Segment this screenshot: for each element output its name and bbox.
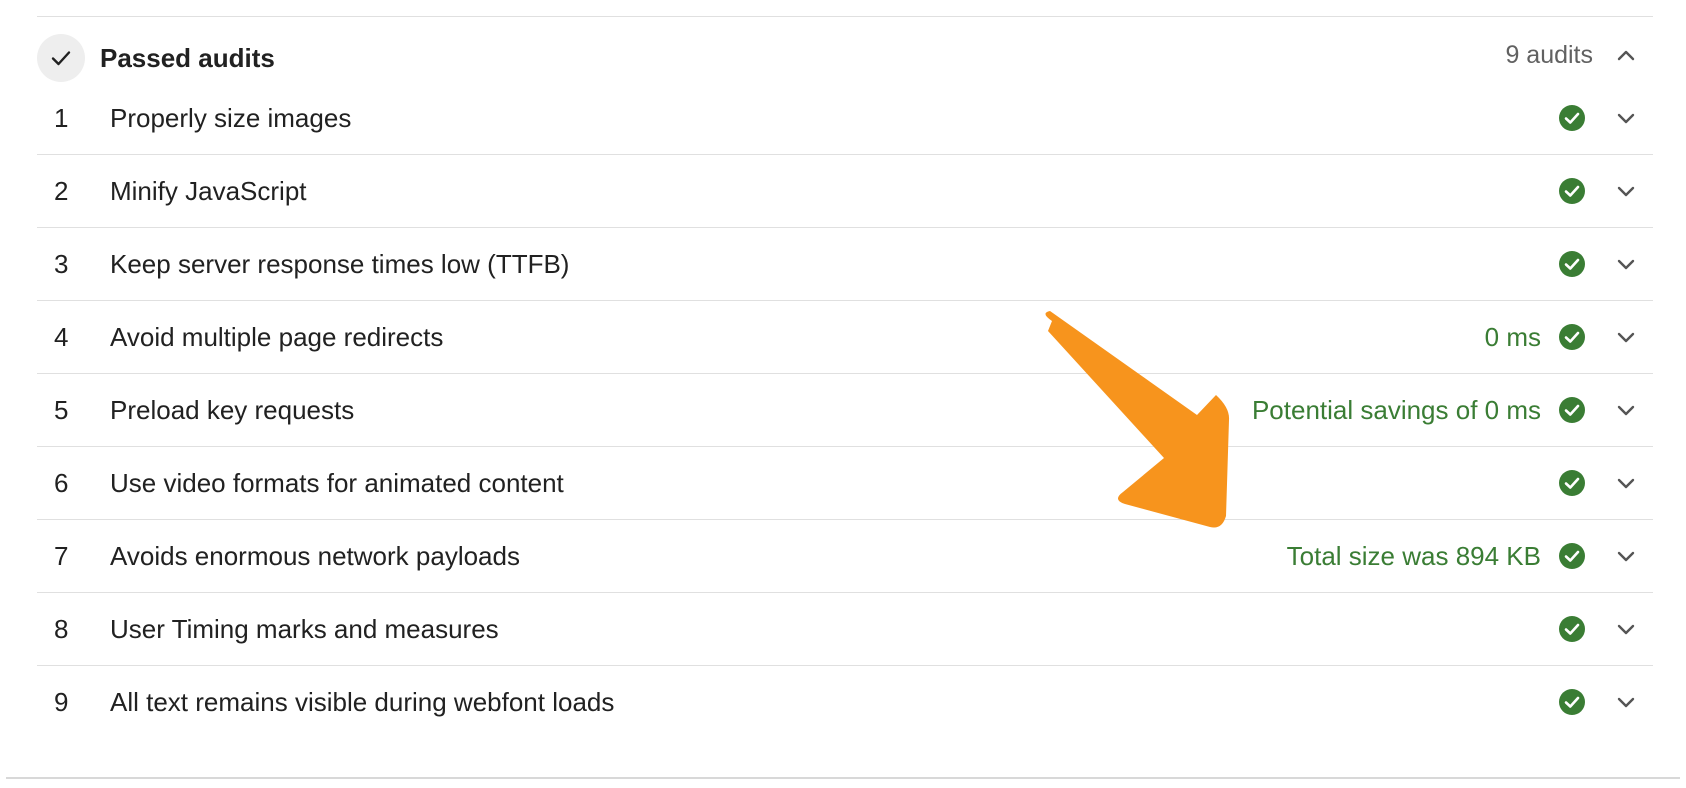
pass-check-circle-icon bbox=[1559, 397, 1585, 423]
audit-title: All text remains visible during webfont … bbox=[110, 687, 615, 717]
chevron-down-icon[interactable] bbox=[1613, 178, 1639, 204]
audit-title: Avoids enormous network payloads bbox=[110, 541, 520, 571]
pass-check-circle-icon bbox=[1559, 470, 1585, 496]
pass-check-circle-icon bbox=[1559, 251, 1585, 277]
passed-audits-header[interactable]: Passed audits 9 audits bbox=[37, 34, 1653, 82]
chevron-down-icon[interactable] bbox=[1613, 543, 1639, 569]
audit-row[interactable]: 2 Minify JavaScript bbox=[37, 155, 1653, 228]
chevron-down-icon[interactable] bbox=[1613, 397, 1639, 423]
audit-row[interactable]: 7 Avoids enormous network payloads Total… bbox=[37, 520, 1653, 593]
audit-row[interactable]: 9 All text remains visible during webfon… bbox=[37, 666, 1653, 738]
audit-index: 6 bbox=[54, 468, 69, 498]
audit-title: Use video formats for animated content bbox=[110, 468, 564, 498]
group-title: Passed audits bbox=[100, 43, 275, 73]
audit-row[interactable]: 1 Properly size images bbox=[37, 82, 1653, 155]
audit-list: 1 Properly size images 2 Minify JavaScri… bbox=[37, 82, 1653, 738]
chevron-down-icon[interactable] bbox=[1613, 251, 1639, 277]
audit-display-value: Potential savings of 0 ms bbox=[1251, 395, 1541, 425]
audit-row[interactable]: 5 Preload key requests Potential savings… bbox=[37, 374, 1653, 447]
audit-index: 2 bbox=[54, 176, 69, 206]
pass-check-circle-icon bbox=[1559, 543, 1585, 569]
pass-check-circle-icon bbox=[1559, 178, 1585, 204]
audit-count: 9 audits bbox=[1505, 41, 1593, 69]
audit-index: 1 bbox=[54, 103, 69, 133]
audit-index: 9 bbox=[54, 687, 69, 717]
pass-check-circle-icon bbox=[1559, 689, 1585, 715]
audit-title: User Timing marks and measures bbox=[110, 614, 499, 644]
chevron-down-icon[interactable] bbox=[1613, 616, 1639, 642]
audit-title: Properly size images bbox=[110, 103, 352, 133]
bottom-divider bbox=[6, 777, 1680, 779]
checkmark-icon bbox=[37, 34, 85, 82]
audit-index: 4 bbox=[54, 322, 69, 352]
audit-index: 8 bbox=[54, 614, 69, 644]
chevron-down-icon[interactable] bbox=[1613, 324, 1639, 350]
pass-check-circle-icon bbox=[1559, 324, 1585, 350]
audit-display-value: 0 ms bbox=[1484, 322, 1541, 352]
audit-index: 7 bbox=[54, 541, 69, 571]
audit-row[interactable]: 4 Avoid multiple page redirects 0 ms bbox=[37, 301, 1653, 374]
top-divider bbox=[37, 16, 1653, 17]
audit-display-value: Total size was 894 KB bbox=[1286, 541, 1541, 571]
chevron-up-icon[interactable] bbox=[1613, 43, 1639, 69]
audit-row[interactable]: 3 Keep server response times low (TTFB) bbox=[37, 228, 1653, 301]
audit-title: Preload key requests bbox=[110, 395, 355, 425]
audit-row[interactable]: 6 Use video formats for animated content bbox=[37, 447, 1653, 520]
chevron-down-icon[interactable] bbox=[1613, 470, 1639, 496]
chevron-down-icon[interactable] bbox=[1613, 105, 1639, 131]
audit-row[interactable]: 8 User Timing marks and measures bbox=[37, 593, 1653, 666]
audit-index: 3 bbox=[54, 249, 69, 279]
audit-title: Keep server response times low (TTFB) bbox=[110, 249, 570, 279]
audit-title: Avoid multiple page redirects bbox=[110, 322, 444, 352]
pass-check-circle-icon bbox=[1559, 616, 1585, 642]
pass-check-circle-icon bbox=[1559, 105, 1585, 131]
audit-index: 5 bbox=[54, 395, 69, 425]
audit-title: Minify JavaScript bbox=[110, 176, 307, 206]
chevron-down-icon[interactable] bbox=[1613, 689, 1639, 715]
